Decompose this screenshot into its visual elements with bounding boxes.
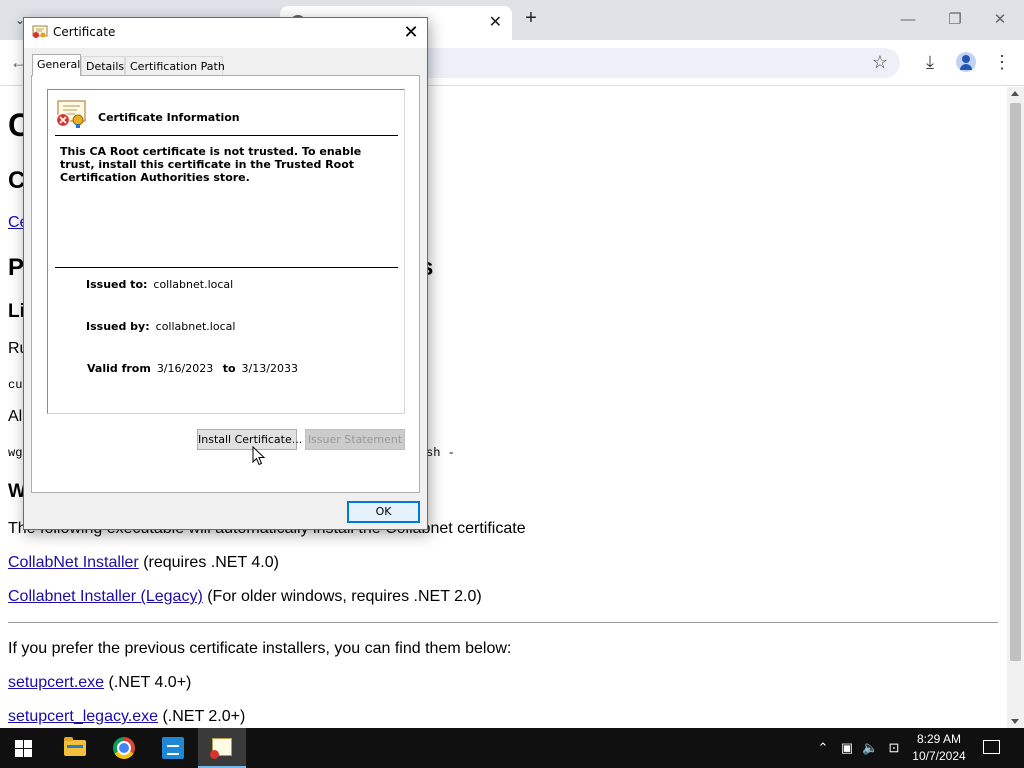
issued-to-label: Issued to:: [86, 278, 148, 291]
start-button[interactable]: [0, 728, 48, 768]
certificate-dialog: Certificate ✕ General Details Certificat…: [23, 17, 428, 530]
mouse-pointer-icon: [252, 446, 266, 466]
issued-by-row: Issued by: collabnet.local: [86, 320, 235, 333]
setupcert-note: (.NET 4.0+): [108, 674, 192, 691]
network-icon[interactable]: ⊡: [886, 740, 902, 756]
valid-from-label: Valid from: [87, 362, 151, 375]
page-heading-platform: P: [8, 254, 25, 281]
info-divider-top: [55, 135, 398, 136]
issued-by-value: collabnet.local: [155, 320, 236, 333]
scroll-up-arrow-icon[interactable]: [1011, 91, 1019, 96]
taskbar-file-explorer[interactable]: [51, 728, 99, 768]
valid-to-label: to: [222, 362, 236, 375]
tab-details[interactable]: Details: [81, 56, 125, 75]
ok-button[interactable]: OK: [347, 501, 420, 523]
taskbar-remote-desktop[interactable]: [149, 728, 197, 768]
windows-logo-icon: [15, 740, 32, 757]
scroll-thumb[interactable]: [1010, 103, 1021, 661]
clock-date[interactable]: 10/7/2024: [905, 749, 973, 763]
certificate-small-icon: [32, 25, 48, 38]
page-code-curl: cu: [8, 378, 23, 392]
notification-center-icon[interactable]: [983, 740, 1000, 754]
info-divider-bottom: [55, 267, 398, 268]
clock-time[interactable]: 8:29 AM: [905, 732, 973, 746]
certificate-info-title: Certificate Information: [98, 111, 240, 124]
page-code-tail: sh -: [426, 446, 455, 460]
page-text-previous: If you prefer the previous certificate i…: [8, 640, 512, 657]
issuer-statement-button: Issuer Statement: [305, 429, 405, 450]
chrome-icon: [113, 737, 135, 759]
tab-general[interactable]: General: [32, 54, 81, 76]
page-code-wget: wg: [8, 446, 23, 460]
install-certificate-button[interactable]: Install Certificate...: [197, 429, 302, 450]
scroll-down-arrow-icon[interactable]: [1011, 719, 1019, 724]
window-close-button[interactable]: ✕: [985, 6, 1015, 34]
volume-muted-icon[interactable]: 🔈: [862, 740, 878, 756]
dialog-close-icon[interactable]: ✕: [396, 20, 426, 46]
certificate-warning-icon: [55, 100, 86, 128]
bookmark-star-icon[interactable]: ☆: [868, 50, 892, 74]
taskbar-chrome[interactable]: [100, 728, 148, 768]
setupcert-legacy-row: setupcert_legacy.exe (.NET 2.0+): [8, 708, 245, 726]
certificate-info-box: Certificate Information This CA Root cer…: [47, 89, 405, 414]
installer-row: CollabNet Installer (requires .NET 4.0): [8, 554, 279, 572]
minimize-button[interactable]: —: [893, 6, 923, 34]
dialog-titlebar[interactable]: Certificate ✕: [24, 18, 427, 48]
setupcert-legacy-note: (.NET 2.0+): [162, 708, 246, 725]
legacy-installer-note: (For older windows, requires .NET 2.0): [207, 588, 482, 605]
collabnet-installer-legacy-link[interactable]: Collabnet Installer (Legacy): [8, 588, 203, 605]
profile-avatar-icon[interactable]: [956, 52, 976, 72]
tab-certification-path[interactable]: Certification Path: [125, 56, 225, 75]
page-scrollbar[interactable]: [1007, 87, 1024, 728]
legacy-installer-row: Collabnet Installer (Legacy) (For older …: [8, 588, 482, 606]
setupcert-legacy-link[interactable]: setupcert_legacy.exe: [8, 708, 158, 725]
taskbar-certificate-app[interactable]: [198, 728, 246, 768]
setupcert-row: setupcert.exe (.NET 4.0+): [8, 674, 191, 692]
collabnet-installer-link[interactable]: CollabNet Installer: [8, 554, 139, 571]
setupcert-link[interactable]: setupcert.exe: [8, 674, 104, 691]
certificate-app-icon: [210, 738, 232, 759]
remote-desktop-icon: [162, 737, 184, 759]
page-divider: [8, 622, 998, 623]
trust-warning-text: This CA Root certificate is not trusted.…: [60, 145, 362, 184]
dialog-title: Certificate: [53, 25, 116, 39]
installer-note: (requires .NET 4.0): [143, 554, 279, 571]
valid-to-value: 3/13/2033: [241, 362, 298, 375]
file-explorer-icon: [64, 737, 86, 756]
issued-to-row: Issued to: collabnet.local: [86, 278, 233, 291]
validity-row: Valid from 3/16/2023 to 3/13/2033: [87, 362, 298, 375]
download-icon[interactable]: ⤓: [918, 50, 942, 74]
show-hidden-icons-chevron-icon[interactable]: ⌃: [815, 740, 831, 756]
issued-to-value: collabnet.local: [153, 278, 234, 291]
page-text-alt: Al: [8, 408, 23, 425]
restore-button[interactable]: ❐: [940, 6, 970, 34]
browser-menu-icon[interactable]: ⋮: [990, 50, 1014, 74]
valid-from-value: 3/16/2023: [156, 362, 214, 375]
meet-now-icon[interactable]: ▣: [839, 740, 855, 756]
tab-close-icon[interactable]: ✕: [489, 12, 502, 32]
windows-taskbar: ⌃ ▣ 🔈 ⊡ 8:29 AM 10/7/2024: [0, 728, 1024, 768]
new-tab-button[interactable]: +: [520, 8, 542, 30]
general-tab-panel: Certificate Information This CA Root cer…: [31, 75, 420, 493]
issued-by-label: Issued by:: [86, 320, 150, 333]
